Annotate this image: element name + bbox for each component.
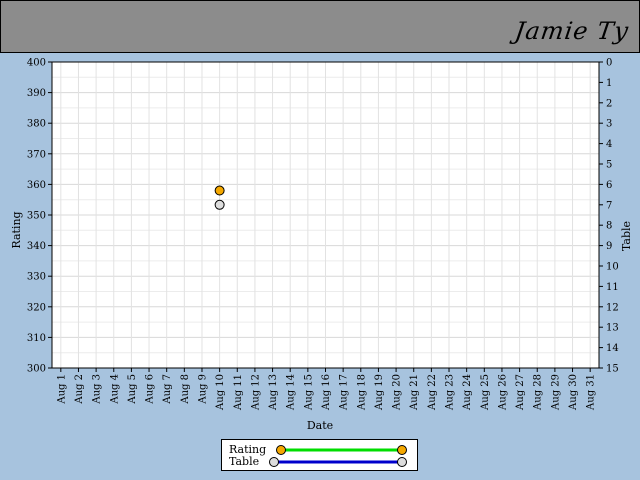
x-tick-label: Aug 21 [409,374,420,411]
x-tick-label: Aug 13 [268,374,279,411]
x-tick-label: Aug 14 [286,374,297,411]
x-tick-label: Aug 29 [550,374,561,411]
legend-swatches [269,445,407,467]
y2-tick-label: 7 [606,200,612,211]
y-axis-title: Rating [10,211,23,248]
x-axis-title: Date [307,419,333,432]
x-tick-label: Aug 16 [321,374,332,411]
y2-tick-label: 14 [606,343,619,354]
x-tick-label: Aug 20 [392,374,403,411]
y-tick-label: 390 [27,88,46,99]
y2-tick-label: 5 [606,160,612,171]
y2-tick-label: 11 [606,282,619,293]
data-point-rating [214,185,225,196]
y2-tick-label: 3 [606,119,612,130]
y2-tick-label: 1 [606,78,612,89]
x-tick-label: Aug 22 [427,374,438,411]
y2-axis-title: Table [620,221,633,251]
y-tick-label: 380 [27,119,46,130]
legend-marker-table [269,457,279,467]
legend: Rating Table [221,439,418,471]
y2-tick-labels: 0123456789101112131415 [606,58,619,375]
x-tick-label: Aug 19 [374,374,385,411]
x-tick-label: Aug 8 [180,374,191,405]
x-tick-label: Aug 3 [92,374,103,405]
chart-frame: Jamie Ty 300 310 320 330 340 350 360 370 380 390 4… [0,0,640,480]
y-tick-label: 320 [27,302,46,313]
x-tick-labels: Aug 1 Aug 2 Aug 3 Aug 4 Aug 5 Aug 6 Aug 7 Aug 8… [56,374,596,411]
y-tick-label: 350 [27,211,46,222]
y-tick-label: 370 [27,149,46,160]
y2-tick-label: 8 [606,221,612,232]
x-tick-label: Aug 31 [586,374,597,411]
x-tick-label: Aug 28 [533,374,544,411]
y2-tick-label: 13 [606,323,619,334]
y-tick-label: 360 [27,180,46,191]
data-point-table [214,199,225,210]
x-tick-label: Aug 7 [162,374,173,405]
x-tick-label: Aug 17 [339,374,350,411]
chart-canvas: 300310320330340350360370380390400 012345… [10,58,633,433]
x-tick-label: Aug 10 [215,374,226,411]
legend-marker-table [397,457,407,467]
x-tick-label: Aug 6 [145,374,156,405]
x-tick-label: Aug 30 [568,374,579,411]
y-tick-label: 340 [27,241,46,252]
y2-tick-label: 15 [606,364,619,375]
y2-tick-label: 10 [606,262,619,273]
y-tick-labels: 300 310 320 330 340 350 360 370 380 390 400 [27,58,46,375]
y-tick-label: 310 [27,333,46,344]
legend-marker-rating [276,445,286,455]
x-tick-label: Aug 1 [56,374,67,405]
x-tick-label: Aug 9 [197,374,208,405]
x-tick-label: Aug 2 [74,374,85,405]
y2-tick-label: 2 [606,98,612,109]
grid [52,61,599,369]
y2-tick-label: 9 [606,241,612,252]
y-tick-label: 400 [27,58,46,69]
y2-tick-label: 4 [606,139,612,150]
y2-tick-label: 12 [606,302,619,313]
x-tick-label: Aug 5 [127,374,138,405]
y2-tick-label: 6 [606,180,612,191]
x-tick-label: Aug 23 [445,374,456,411]
x-tick-label: Aug 27 [515,374,526,411]
y-tick-label: 330 [27,272,46,283]
x-tick-label: Aug 4 [109,374,120,405]
x-tick-label: Aug 18 [356,374,367,411]
y2-tick-label: 0 [606,58,612,69]
y-tick-label: 300 [27,364,46,375]
x-tick-label: Aug 15 [303,374,314,411]
legend-marker-rating [397,445,407,455]
x-tick-label: Aug 11 [233,374,244,411]
x-tick-label: Aug 12 [250,374,261,411]
x-tick-label: Aug 25 [480,374,491,411]
x-tick-label: Aug 26 [497,374,508,411]
x-tick-label: Aug 24 [462,374,473,411]
